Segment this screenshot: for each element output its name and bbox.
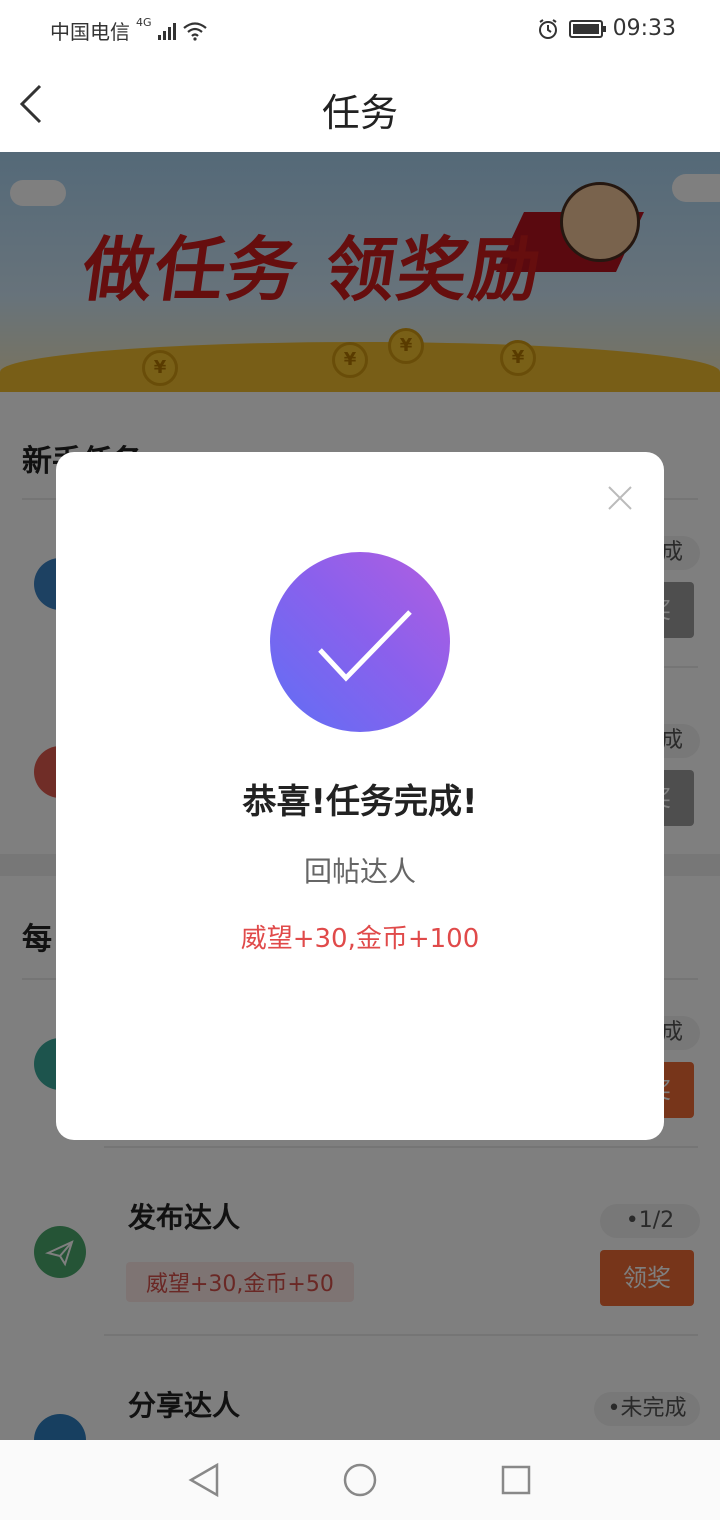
reward-text: 威望+30,金币+100 bbox=[240, 924, 480, 954]
completed-task-name: 回帖达人 bbox=[303, 855, 416, 888]
nav-back-button[interactable] bbox=[184, 1460, 224, 1500]
battery-icon bbox=[568, 19, 606, 38]
carrier-label: 中国电信 bbox=[50, 20, 130, 44]
nav-recents-button[interactable] bbox=[496, 1460, 536, 1500]
alarm-icon bbox=[538, 18, 557, 39]
success-badge bbox=[270, 552, 450, 732]
nav-home-button[interactable] bbox=[340, 1460, 380, 1500]
close-icon bbox=[608, 486, 632, 510]
network-type: 4G bbox=[136, 16, 152, 29]
clock: 09:33 bbox=[612, 16, 676, 41]
square-recents-icon bbox=[501, 1465, 531, 1495]
close-button[interactable] bbox=[604, 482, 636, 514]
triangle-back-icon bbox=[188, 1462, 219, 1498]
app-header: 任务 bbox=[0, 56, 720, 152]
status-bar: 中国电信 4G 09:33 bbox=[0, 0, 720, 56]
wifi-icon bbox=[182, 21, 207, 41]
status-right: 09:33 bbox=[537, 16, 676, 41]
task-complete-dialog: 恭喜!任务完成! 回帖达人 威望+30,金币+100 bbox=[56, 452, 664, 1140]
page-title: 任务 bbox=[321, 91, 398, 135]
circle-home-icon bbox=[343, 1463, 377, 1497]
status-left: 中国电信 4G bbox=[50, 16, 208, 45]
system-nav-bar bbox=[0, 1440, 720, 1520]
checkmark-icon bbox=[318, 610, 412, 682]
dialog-title: 恭喜!任务完成! bbox=[242, 782, 478, 822]
signal-icon bbox=[157, 22, 176, 40]
